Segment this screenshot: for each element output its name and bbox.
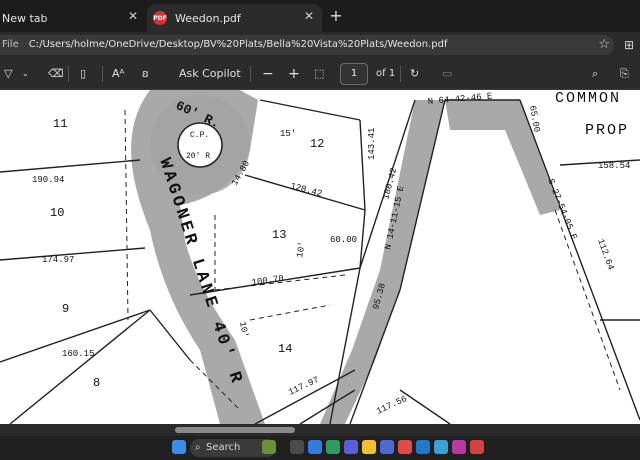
prop-label: PROP [585, 122, 629, 139]
edge-icon[interactable] [308, 440, 322, 454]
tab-new-tab[interactable]: New tab ✕ [0, 4, 146, 32]
pdf-viewer[interactable]: C.P. 20' R 60' R. WAGONER LANE 40' R COM… [0, 90, 640, 424]
dimension-label: 10' [295, 241, 308, 259]
app-icon[interactable] [398, 440, 412, 454]
dimension-label: 117.56 [375, 394, 409, 417]
page-number-input[interactable]: 1 [340, 63, 368, 85]
divider [102, 66, 103, 82]
app-icon[interactable] [434, 440, 448, 454]
address-bar: File C:/Users/holme/OneDrive/Desktop/BV%2… [0, 32, 640, 58]
draw-icon[interactable]: ▽ [4, 66, 12, 82]
dimension-label: 112.64 [595, 238, 615, 272]
close-icon[interactable]: ✕ [304, 9, 314, 23]
center-radius-label: 20' R [186, 152, 210, 161]
dimension-label: 117.97 [287, 375, 321, 398]
tab-label: Weedon.pdf [175, 11, 241, 25]
tab-weedon-pdf[interactable]: PDF Weedon.pdf ✕ [147, 4, 322, 32]
task-view-icon[interactable] [290, 440, 304, 454]
dimension-label: 100.70 [251, 274, 284, 288]
divider [400, 66, 401, 82]
dimension-label: 15' [280, 129, 296, 139]
zoom-out-button[interactable]: − [262, 66, 274, 82]
lot-number: 9 [62, 302, 69, 316]
divider [250, 66, 251, 82]
rotate-icon[interactable]: ↻ [410, 66, 419, 82]
widget-icon[interactable] [262, 440, 276, 454]
dimension-label: 190.94 [32, 175, 64, 185]
close-icon[interactable]: ✕ [128, 9, 138, 23]
plat-drawing: C.P. 20' R 60' R. WAGONER LANE 40' R COM… [0, 90, 640, 424]
search-icon: ⌕ [195, 442, 201, 453]
dimension-label: 158.54 [598, 161, 630, 171]
pdf-icon: PDF [153, 11, 167, 25]
access-strip-east [445, 100, 560, 215]
new-tab-button[interactable]: + [326, 6, 346, 26]
dimension-label: 60.00 [330, 235, 357, 245]
zoom-in-button[interactable]: + [288, 66, 300, 82]
search-icon[interactable]: ⌕ [592, 66, 598, 82]
file-explorer-icon[interactable] [362, 440, 376, 454]
lot-number: 11 [53, 117, 67, 131]
view-icon[interactable]: ▯ [80, 66, 86, 82]
pdf-toolbar: ▽ ⌄ ⌫ ▯ Aᴬ ꞛ Ask Copilot − + ⬚ 1 of 1 ↻ … [0, 58, 640, 90]
ask-copilot-button[interactable]: Ask Copilot [179, 66, 241, 82]
dimension-label: 143.41 [367, 128, 377, 160]
start-icon[interactable] [172, 440, 186, 454]
scrollbar-thumb[interactable] [175, 427, 295, 433]
url-field[interactable]: File C:/Users/holme/OneDrive/Desktop/BV%2… [0, 35, 614, 55]
lot-number: 14 [278, 342, 292, 356]
dimension-label: 160.15 [62, 349, 94, 359]
url-text: C:/Users/holme/OneDrive/Desktop/BV%20Pla… [28, 39, 448, 50]
teams-icon[interactable] [344, 440, 358, 454]
page-view-icon[interactable]: ▭ [442, 66, 452, 82]
save-icon[interactable]: ⎘ [620, 66, 629, 82]
tab-label: New tab [2, 11, 48, 25]
divider [68, 66, 69, 82]
tab-strip: New tab ✕ PDF Weedon.pdf ✕ + [0, 0, 640, 32]
lot-number: 8 [93, 376, 100, 390]
dimension-label: 174.97 [42, 255, 74, 265]
store-icon[interactable] [380, 440, 394, 454]
lot-number: 12 [310, 137, 324, 151]
center-point-label: C.P. [190, 131, 209, 140]
chevron-down-icon[interactable]: ⌄ [22, 66, 29, 82]
dimension-label: 10' [237, 321, 250, 339]
help-icon[interactable] [416, 440, 430, 454]
app-icon[interactable] [470, 440, 484, 454]
app-icon[interactable] [452, 440, 466, 454]
lot-number: 10 [50, 206, 64, 220]
translate-icon[interactable]: ꞛ [142, 66, 149, 82]
common-label: COMMON [555, 90, 621, 107]
favorite-star-icon[interactable]: ☆ [598, 35, 610, 55]
horizontal-scrollbar[interactable] [0, 424, 640, 436]
fit-page-icon[interactable]: ⬚ [314, 66, 324, 82]
page-total: of 1 [376, 68, 396, 79]
file-scheme-label: File [2, 39, 19, 50]
lot-number: 13 [272, 228, 286, 242]
taskbar: ⌕ Search [0, 436, 640, 460]
chrome-icon[interactable] [326, 440, 340, 454]
search-label: Search [206, 442, 241, 453]
extensions-icon[interactable]: ⊞ [624, 35, 634, 55]
read-aloud-icon[interactable]: Aᴬ [112, 66, 124, 82]
eraser-icon[interactable]: ⌫ [48, 66, 64, 82]
dimension-label: 128.42 [289, 181, 323, 199]
